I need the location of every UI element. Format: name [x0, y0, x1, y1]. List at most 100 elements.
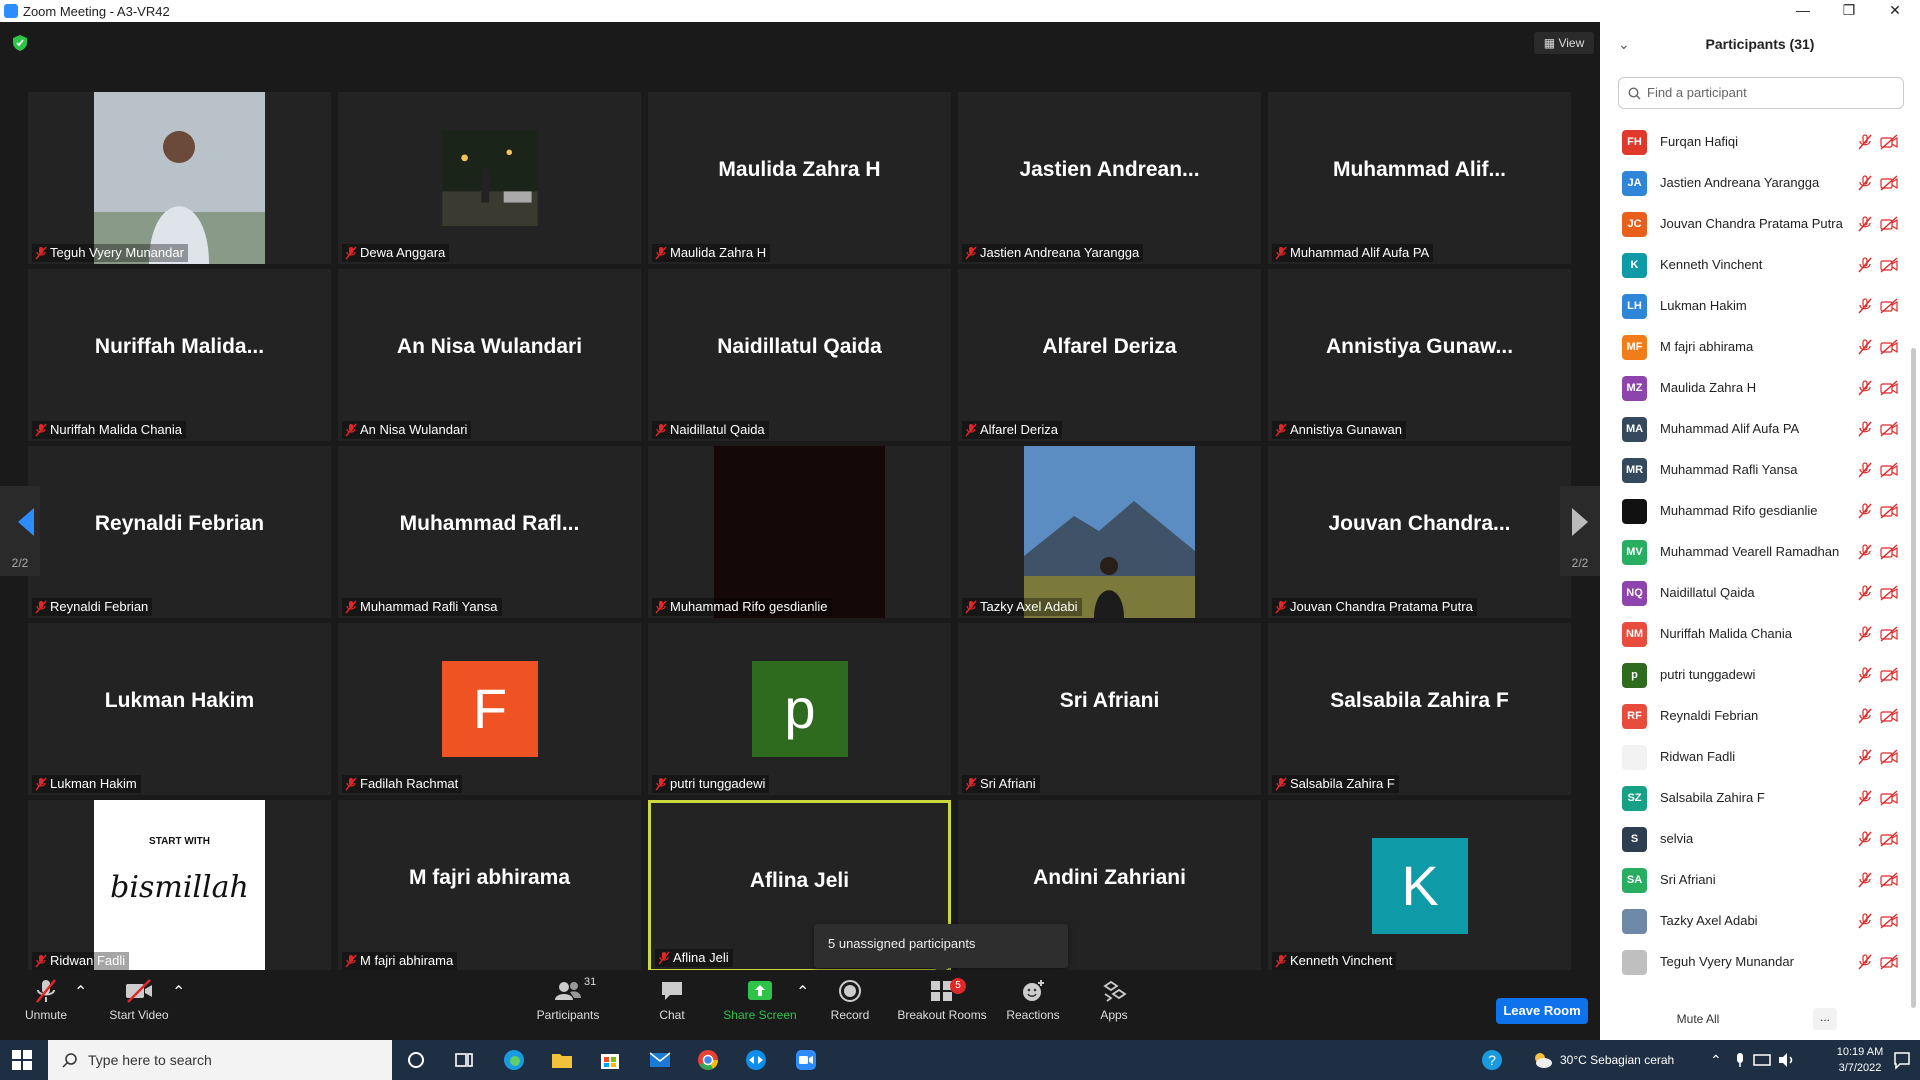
muted-microphone-icon[interactable] — [1857, 831, 1873, 847]
video-tile[interactable]: Lukman Hakim Lukman Hakim — [28, 623, 331, 795]
notifications-icon[interactable] — [1892, 1048, 1912, 1072]
participant-row[interactable]: K Kenneth Vinchent — [1600, 245, 1908, 286]
muted-microphone-icon[interactable] — [1857, 257, 1873, 273]
video-off-icon[interactable] — [1880, 626, 1898, 642]
video-tile[interactable]: Sri Afriani Sri Afriani — [958, 623, 1261, 795]
mail-icon[interactable] — [648, 1048, 672, 1072]
cortana-icon[interactable] — [404, 1048, 428, 1072]
audio-options-caret-icon[interactable]: ⌃ — [74, 982, 87, 1002]
participant-row[interactable]: Ridwan Fadli — [1600, 737, 1908, 778]
video-off-icon[interactable] — [1880, 134, 1898, 150]
video-off-icon[interactable] — [1880, 503, 1898, 519]
next-page-button[interactable]: 2/2 — [1560, 486, 1600, 576]
participant-row[interactable]: JA Jastien Andreana Yarangga — [1600, 163, 1908, 204]
view-button[interactable]: ▦ View — [1534, 32, 1594, 54]
muted-microphone-icon[interactable] — [1857, 913, 1873, 929]
video-tile[interactable]: K Kenneth Vinchent — [1268, 800, 1571, 972]
volume-icon[interactable] — [1776, 1048, 1796, 1072]
muted-microphone-icon[interactable] — [1857, 749, 1873, 765]
file-explorer-icon[interactable] — [550, 1048, 574, 1072]
video-off-icon[interactable] — [1880, 421, 1898, 437]
video-off-icon[interactable] — [1880, 749, 1898, 765]
muted-microphone-icon[interactable] — [1857, 298, 1873, 314]
video-off-icon[interactable] — [1880, 708, 1898, 724]
video-tile[interactable]: Muhammad Alif... Muhammad Alif Aufa PA — [1268, 92, 1571, 264]
video-off-icon[interactable] — [1880, 544, 1898, 560]
video-tile[interactable]: Naidillatul Qaida Naidillatul Qaida — [648, 269, 951, 441]
muted-microphone-icon[interactable] — [1857, 708, 1873, 724]
video-tile[interactable]: Nuriffah Malida... Nuriffah Malida Chania — [28, 269, 331, 441]
muted-microphone-icon[interactable] — [1857, 380, 1873, 396]
video-off-icon[interactable] — [1880, 872, 1898, 888]
participant-row[interactable]: Sselvia — [1600, 819, 1908, 860]
security-shield-icon[interactable] — [13, 35, 27, 51]
close-button[interactable]: ✕ — [1872, 0, 1918, 22]
muted-microphone-icon[interactable] — [1857, 585, 1873, 601]
mute-all-button[interactable]: Mute All — [1670, 1006, 1726, 1032]
participants-button[interactable]: 31 Participants — [534, 976, 602, 1034]
video-tile[interactable]: Reynaldi Febrian Reynaldi Febrian — [28, 446, 331, 618]
video-tile[interactable]: Salsabila Zahira F Salsabila Zahira F — [1268, 623, 1571, 795]
video-tile[interactable]: p putri tunggadewi — [648, 623, 951, 795]
muted-microphone-icon[interactable] — [1857, 134, 1873, 150]
participant-row[interactable]: NM Nuriffah Malida Chania — [1600, 614, 1908, 655]
muted-microphone-icon[interactable] — [1857, 216, 1873, 232]
share-options-caret-icon[interactable]: ⌃ — [796, 982, 809, 1002]
microsoft-store-icon[interactable] — [598, 1048, 622, 1072]
participant-row[interactable]: LH Lukman Hakim — [1600, 286, 1908, 327]
record-button[interactable]: Record — [826, 978, 874, 1034]
participant-row[interactable]: p putri tunggadewi — [1600, 655, 1908, 696]
video-tile[interactable]: START WITH bismillah Ridwan Fadli — [28, 800, 331, 972]
participant-row[interactable]: SA Sri Afriani — [1600, 860, 1908, 901]
video-off-icon[interactable] — [1880, 913, 1898, 929]
video-off-icon[interactable] — [1880, 462, 1898, 478]
weather-text[interactable]: 30°C Sebagian cerah — [1560, 1040, 1674, 1080]
participant-row[interactable]: MA Muhammad Alif Aufa PA — [1600, 409, 1908, 450]
taskbar-search-input[interactable]: Type here to search — [48, 1040, 392, 1080]
leave-room-button[interactable]: Leave Room — [1496, 998, 1588, 1024]
video-off-icon[interactable] — [1880, 216, 1898, 232]
breakout-rooms-button[interactable]: 5 Breakout Rooms — [896, 978, 988, 1034]
video-options-caret-icon[interactable]: ⌃ — [172, 982, 185, 1002]
video-tile[interactable]: Teguh Vyery Munandar — [28, 92, 331, 264]
video-tile[interactable]: Jastien Andrean... Jastien Andreana Yaran… — [958, 92, 1261, 264]
participant-row[interactable]: SZ Salsabila Zahira F — [1600, 778, 1908, 819]
video-off-icon[interactable] — [1880, 339, 1898, 355]
participant-row[interactable]: MZ Maulida Zahra H — [1600, 368, 1908, 409]
network-icon[interactable] — [1752, 1048, 1772, 1072]
muted-microphone-icon[interactable] — [1857, 872, 1873, 888]
participant-row[interactable]: MR Muhammad Rafli Yansa — [1600, 450, 1908, 491]
participant-row[interactable]: MF M fajri abhirama — [1600, 327, 1908, 368]
video-tile[interactable]: Muhammad Rifo gesdianlie — [648, 446, 951, 618]
muted-microphone-icon[interactable] — [1857, 175, 1873, 191]
video-tile[interactable]: An Nisa Wulandari An Nisa Wulandari — [338, 269, 641, 441]
start-video-button[interactable]: Start Video — [106, 978, 172, 1034]
chat-button[interactable]: Chat — [652, 978, 692, 1034]
video-tile[interactable]: Tazky Axel Adabi — [958, 446, 1261, 618]
participant-row[interactable]: Teguh Vyery Munandar — [1600, 942, 1908, 983]
show-hidden-icons-chevron[interactable]: ⌃ — [1710, 1040, 1722, 1080]
participant-row[interactable]: NQ Naidillatul Qaida — [1600, 573, 1908, 614]
participant-row[interactable]: Tazky Axel Adabi — [1600, 901, 1908, 942]
video-tile[interactable]: Jouvan Chandra... Jouvan Chandra Pratama … — [1268, 446, 1571, 618]
reactions-button[interactable]: Reactions — [1004, 978, 1062, 1034]
video-tile[interactable]: Muhammad Rafl... Muhammad Rafli Yansa — [338, 446, 641, 618]
video-off-icon[interactable] — [1880, 954, 1898, 970]
apps-button[interactable]: Apps — [1094, 978, 1134, 1034]
video-tile[interactable]: Annistiya Gunaw... Annistiya Gunawan — [1268, 269, 1571, 441]
participant-row[interactable]: FH Furqan Hafiqi — [1600, 122, 1908, 163]
participant-row[interactable]: MV Muhammad Vearell Ramadhan — [1600, 532, 1908, 573]
minimize-button[interactable]: — — [1780, 0, 1826, 22]
muted-microphone-icon[interactable] — [1857, 544, 1873, 560]
system-clock[interactable]: 10:19 AM 3/7/2022 — [1830, 1044, 1890, 1076]
help-icon[interactable]: ? — [1480, 1048, 1504, 1072]
video-off-icon[interactable] — [1880, 298, 1898, 314]
more-options-button[interactable]: ... — [1813, 1008, 1837, 1030]
windows-start-icon[interactable] — [12, 1050, 32, 1070]
muted-microphone-icon[interactable] — [1857, 626, 1873, 642]
teamviewer-icon[interactable] — [744, 1048, 768, 1072]
edge-browser-icon[interactable] — [502, 1048, 526, 1072]
muted-microphone-icon[interactable] — [1857, 339, 1873, 355]
muted-microphone-icon[interactable] — [1857, 503, 1873, 519]
video-off-icon[interactable] — [1880, 667, 1898, 683]
